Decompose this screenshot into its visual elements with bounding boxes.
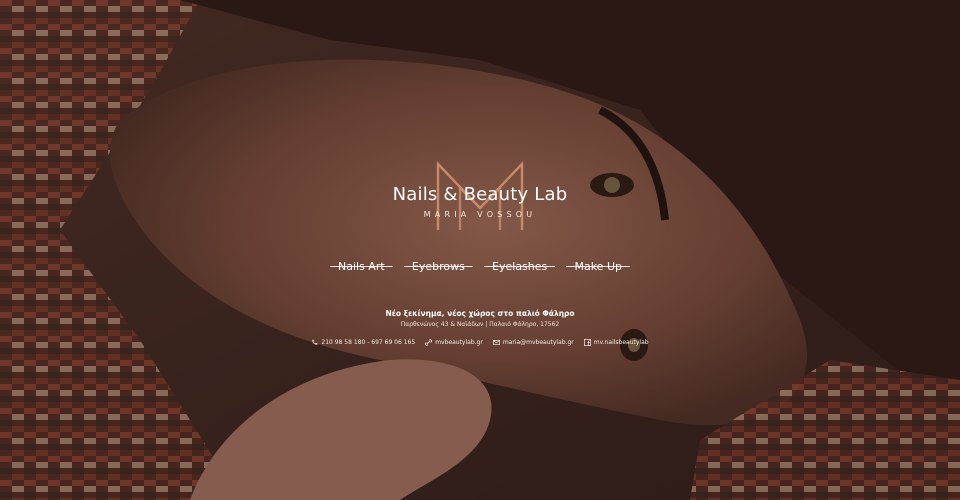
hero-content: Nails & Beauty Lab MARIA VOSSOU Nails Ar…	[0, 0, 960, 500]
contact-website-text: mvbeautylab.gr	[435, 339, 483, 346]
contact-email-text: maria@mvbeautylab.gr	[502, 339, 574, 346]
nav-item-eyelashes[interactable]: Eyelashes	[484, 260, 556, 273]
link-icon	[425, 339, 433, 346]
address: Παρθενώνος 43 & Ναϊάδων | Παλαιό Φάληρο,…	[400, 321, 560, 328]
main-nav: Nails Art Eyebrows Eyelashes Make Up	[330, 256, 630, 276]
contact-phone[interactable]: 210 98 58 180 - 697 69 06 165	[311, 339, 415, 346]
phone-icon	[312, 339, 318, 345]
nav-item-eyebrows[interactable]: Eyebrows	[403, 260, 473, 273]
contact-bar: 210 98 58 180 - 697 69 06 165 mvbeautyla…	[250, 339, 710, 346]
logo-title: Nails & Beauty Lab	[392, 184, 568, 205]
nav-item-nails-art[interactable]: Nails Art	[330, 260, 393, 273]
contact-phone-text: 210 98 58 180 - 697 69 06 165	[321, 339, 416, 346]
nav-item-make-up[interactable]: Make Up	[566, 260, 630, 273]
contact-facebook[interactable]: mv.nailsbeautylab	[583, 339, 649, 346]
mail-icon	[492, 340, 500, 345]
hero-section: Nails & Beauty Lab MARIA VOSSOU Nails Ar…	[0, 0, 960, 500]
contact-website[interactable]: mvbeautylab.gr	[425, 339, 483, 346]
contact-facebook-text: mv.nailsbeautylab	[593, 339, 649, 346]
logo[interactable]: Nails & Beauty Lab MARIA VOSSOU	[380, 158, 580, 238]
logo-subtitle: MARIA VOSSOU	[423, 210, 537, 219]
contact-email[interactable]: maria@mvbeautylab.gr	[492, 339, 574, 346]
facebook-icon	[583, 339, 591, 346]
tagline: Νέο ξεκίνημα, νέος χώρος στο παλιό Φάληρ…	[385, 309, 575, 318]
